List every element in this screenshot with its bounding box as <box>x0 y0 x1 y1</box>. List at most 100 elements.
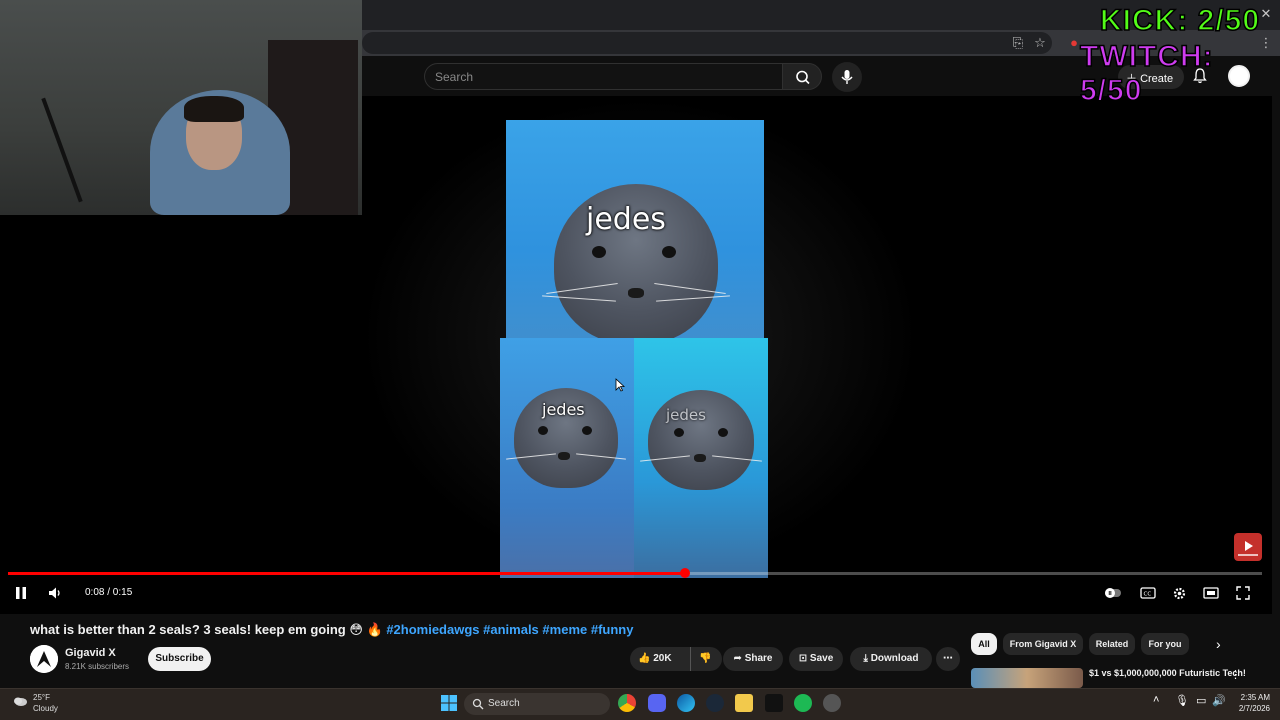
theater-icon <box>1203 587 1219 599</box>
more-dots-icon: ⋯ <box>943 653 953 664</box>
video-frame-top-seal: jedes <box>506 120 764 338</box>
dislike-button[interactable]: 👎 <box>690 647 711 671</box>
meme-caption-right: jedes <box>666 406 706 424</box>
meme-caption-left: jedes <box>542 400 585 419</box>
chip-from-channel[interactable]: From Gigavid X <box>1003 633 1083 655</box>
seal-eye <box>662 246 676 258</box>
seal-head <box>648 390 754 490</box>
taskbar-clock-time[interactable]: 2:35 AM <box>1232 693 1270 702</box>
meme-caption-top: jedes <box>586 202 666 237</box>
webcam-streamer-hair <box>184 96 244 122</box>
share-icon: ➦ <box>733 653 742 664</box>
seal-eye <box>674 428 684 437</box>
twitch-sub-counter: TWITCH: 5/50 <box>1079 39 1214 108</box>
share-label: Share <box>744 653 773 664</box>
save-button[interactable]: ⊡ Save <box>789 647 843 671</box>
seal-nose <box>694 454 706 462</box>
chip-related[interactable]: Related <box>1089 633 1135 655</box>
install-icon[interactable]: ⎘ <box>1010 35 1026 51</box>
star-icon[interactable]: ☆ <box>1032 35 1048 51</box>
thumbs-down-icon: 👎 <box>699 653 712 664</box>
recommendation-thumbnail[interactable] <box>971 668 1083 688</box>
mic-icon <box>841 70 853 84</box>
seal-eye <box>592 246 606 258</box>
steam-taskbar-icon[interactable] <box>706 694 724 712</box>
captions-icon: CC <box>1140 587 1156 599</box>
file-explorer-taskbar-icon[interactable] <box>735 694 753 712</box>
more-actions-button[interactable]: ⋯ <box>936 647 960 671</box>
chip-all[interactable]: All <box>971 633 997 655</box>
recommendation-title[interactable]: $1 vs $1,000,000,000 Futuristic Tech! <box>1089 668 1246 678</box>
theater-mode-button[interactable] <box>1203 586 1219 603</box>
fullscreen-icon <box>1236 586 1250 600</box>
video-frame-bottom-left-seal: jedes <box>500 338 634 578</box>
volume-tray-icon[interactable]: 🔊 <box>1212 694 1226 707</box>
save-label: Save <box>809 653 834 664</box>
seal-nose <box>628 288 644 298</box>
windows-start-icon[interactable] <box>440 694 458 712</box>
channel-watermark[interactable] <box>1234 533 1262 561</box>
spotify-taskbar-icon[interactable] <box>794 694 812 712</box>
bookmark-icon: ⊡ <box>798 653 808 664</box>
taskbar-search-label: Search <box>488 698 520 709</box>
like-button[interactable]: 👍 20K <box>638 647 672 671</box>
search-input[interactable]: Search <box>424 63 782 90</box>
seal-eye <box>718 428 728 437</box>
pause-icon <box>16 587 26 599</box>
close-window-icon[interactable]: ✕ <box>1258 6 1274 22</box>
search-icon <box>796 70 810 85</box>
pause-button[interactable] <box>14 586 28 603</box>
channel-subscriber-count: 8.21K subscribers <box>65 662 130 671</box>
webcam-overlay <box>0 0 362 215</box>
display-tray-icon[interactable]: ▭ <box>1196 694 1206 707</box>
channel-avatar[interactable] <box>30 645 58 673</box>
thumbs-up-icon: 👍 <box>638 653 651 664</box>
seal-nose <box>558 452 570 460</box>
gear-icon <box>1173 587 1186 600</box>
voice-search-button[interactable] <box>832 62 862 92</box>
address-bar[interactable] <box>362 32 1052 54</box>
subscribe-button[interactable]: Subscribe <box>148 647 211 671</box>
like-count: 20K <box>653 653 672 664</box>
weather-temperature: 25°F <box>33 693 50 702</box>
weather-icon[interactable] <box>12 693 28 707</box>
hashtag-link[interactable]: #funny <box>591 622 634 637</box>
webcam-mic-arm <box>41 97 83 203</box>
mouse-cursor <box>615 378 626 397</box>
download-button[interactable]: ⤓ Download <box>850 647 932 671</box>
volume-button[interactable] <box>47 586 63 603</box>
settings-taskbar-icon[interactable] <box>823 694 841 712</box>
search-button[interactable] <box>782 63 822 90</box>
windows-taskbar <box>0 688 1280 720</box>
fullscreen-button[interactable] <box>1236 586 1250 603</box>
download-label: Download <box>870 653 919 664</box>
microphone-tray-icon[interactable]: 🎙 <box>1175 694 1189 707</box>
tray-chevron-icon[interactable]: ˄ <box>1153 694 1159 706</box>
volume-icon <box>49 587 60 599</box>
hashtag-link[interactable]: #animals <box>483 622 539 637</box>
share-button[interactable]: ➦ Share <box>723 647 783 671</box>
recommendation-menu-icon[interactable]: ⋮ <box>1230 668 1241 681</box>
seal-eye <box>538 426 548 435</box>
video-title-text: what is better than 2 seals? 3 seals! ke… <box>30 622 383 637</box>
taskbar-search-icon <box>472 697 484 715</box>
discord-taskbar-icon[interactable] <box>648 694 666 712</box>
taskbar-clock-date[interactable]: 2/7/2026 <box>1232 704 1270 713</box>
channel-name[interactable]: Gigavid X <box>65 647 116 659</box>
hashtag-link[interactable]: #2homiedawgs <box>386 622 479 637</box>
taskbar-search[interactable]: Search <box>464 693 610 715</box>
autoplay-toggle[interactable] <box>1104 586 1122 603</box>
chrome-taskbar-icon[interactable] <box>618 694 636 712</box>
hashtag-link[interactable]: #meme <box>542 622 587 637</box>
time-display: 0:08 / 0:15 <box>85 587 133 598</box>
kick-sub-counter: KICK: 2/50 <box>1099 3 1261 38</box>
weather-condition: Cloudy <box>33 704 58 713</box>
settings-button[interactable] <box>1172 586 1187 604</box>
edge-taskbar-icon[interactable] <box>677 694 695 712</box>
chevron-right-icon[interactable]: › <box>1216 636 1221 652</box>
captions-button[interactable]: CC <box>1140 586 1156 603</box>
chip-for-you[interactable]: For you <box>1141 633 1189 655</box>
app-taskbar-icon[interactable] <box>765 694 783 712</box>
video-frame-bottom-right-seal: jedes <box>634 338 768 578</box>
like-dislike-group: 👍 20K 👎 <box>630 647 722 671</box>
